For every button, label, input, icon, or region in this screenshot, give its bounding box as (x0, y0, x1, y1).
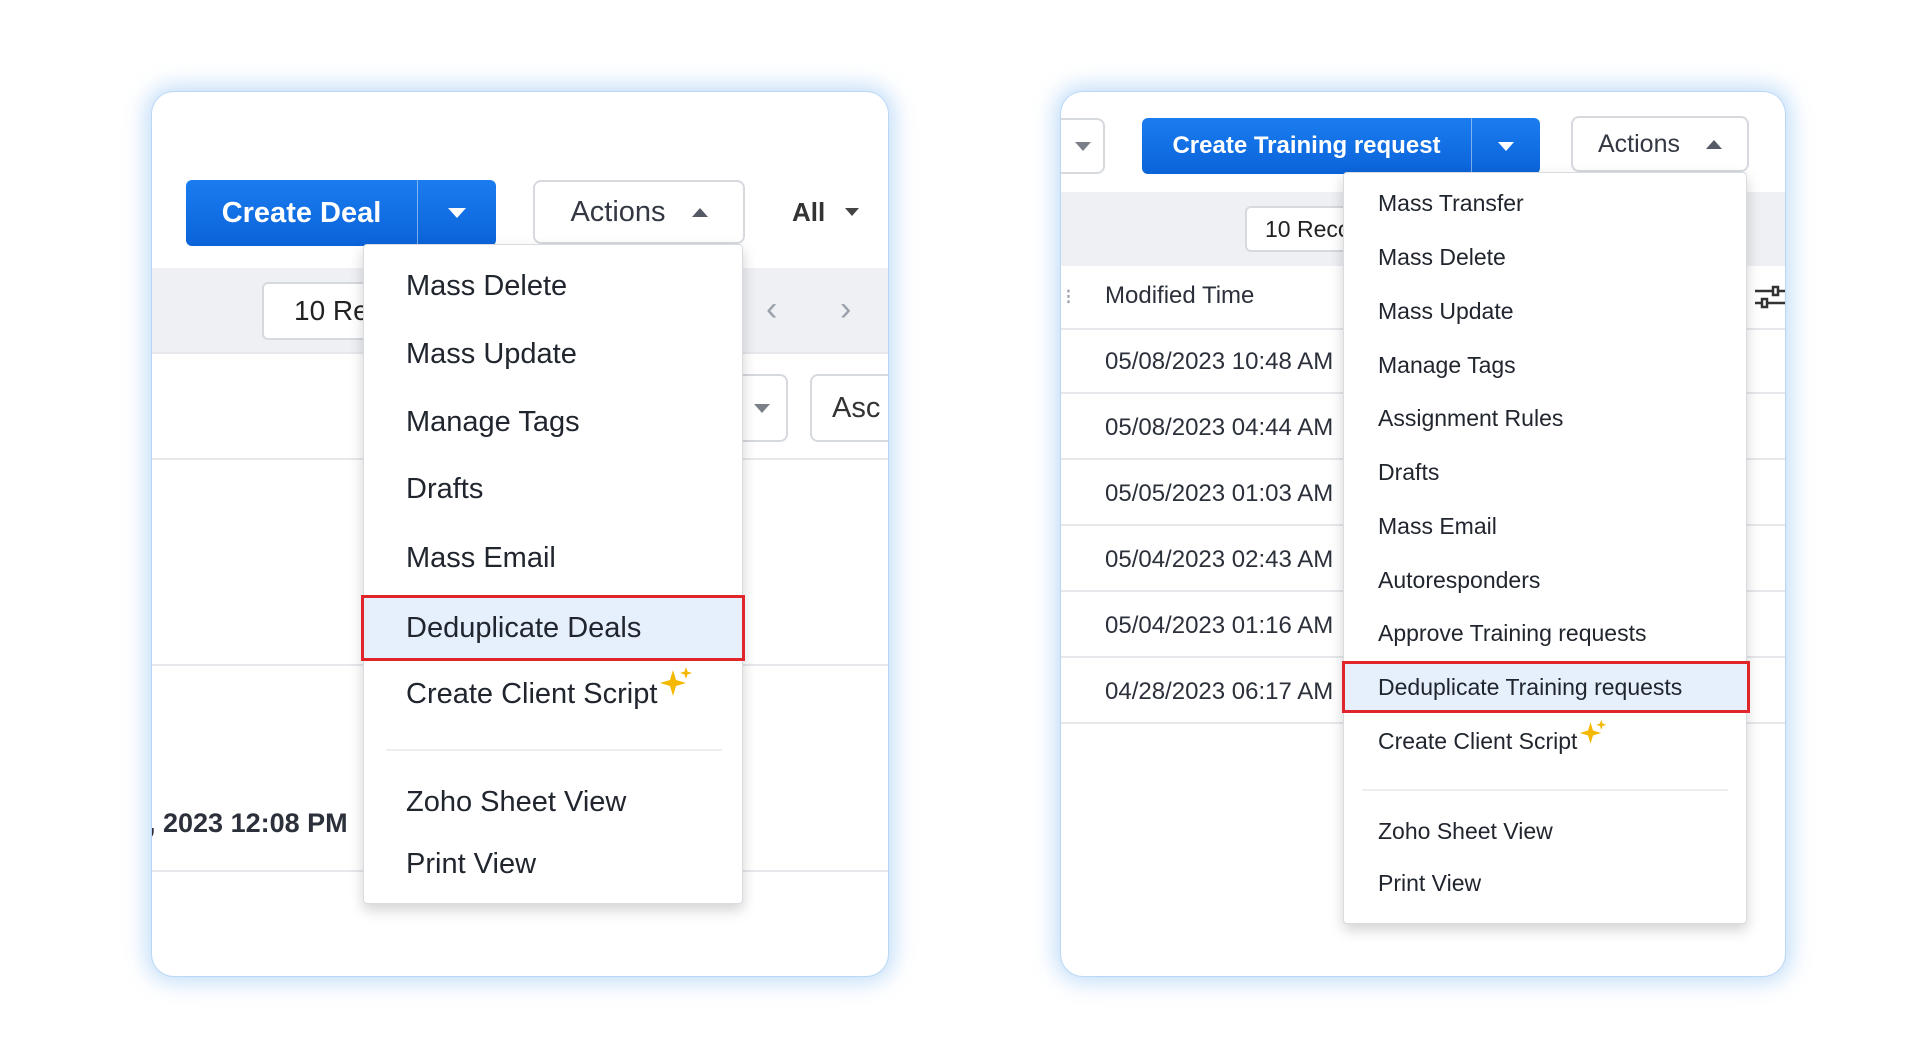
prev-page-icon[interactable]: ‹ (766, 292, 777, 326)
menu-item-label: Print View (1378, 869, 1482, 896)
menu-item-manage-tags[interactable]: Manage Tags (364, 393, 742, 451)
modified-time-cell: 05/05/2023 01:03 AM (1105, 480, 1334, 507)
menu-item-label: Autoresponders (1378, 566, 1541, 593)
record-timestamp: , 2023 12:08 PM (152, 808, 348, 838)
sliders-icon[interactable] (1753, 282, 1785, 312)
filter-all-label: All (792, 196, 826, 227)
column-resize-handle[interactable]: ⁝ (1065, 284, 1072, 310)
view-select[interactable] (1061, 118, 1105, 174)
menu-item-deduplicate-training-requests[interactable]: Deduplicate Training requests (1342, 661, 1750, 713)
training-requests-panel: Create Training request Actions 10 Reco … (1061, 92, 1785, 976)
menu-item-label: Mass Transfer (1378, 189, 1524, 216)
caret-up-icon (1705, 139, 1722, 149)
menu-item-label: Manage Tags (1378, 351, 1516, 378)
menu-item-label: Deduplicate Training requests (1378, 673, 1683, 700)
modified-time-cell: 05/08/2023 10:48 AM (1105, 348, 1334, 375)
sort-order-select[interactable]: Asc (810, 374, 888, 442)
menu-item-mass-email[interactable]: Mass Email (1344, 504, 1746, 548)
menu-item-label: Mass Email (1378, 512, 1497, 539)
menu-item-label: Create Client Script (1378, 727, 1578, 754)
menu-item-manage-tags[interactable]: Manage Tags (1344, 343, 1746, 387)
menu-item-mass-email[interactable]: Mass Email (364, 529, 742, 587)
create-deal-button[interactable]: Create Deal (186, 197, 417, 230)
menu-item-drafts[interactable]: Drafts (364, 460, 742, 518)
menu-item-label: Mass Delete (1378, 243, 1506, 270)
records-per-page-label: 10 Re (294, 295, 369, 326)
menu-item-mass-update[interactable]: Mass Update (1344, 289, 1746, 333)
menu-item-label: Mass Delete (406, 269, 568, 302)
create-training-request-split-button[interactable]: Create Training request (1142, 118, 1540, 174)
menu-item-deduplicate-deals[interactable]: Deduplicate Deals (361, 595, 745, 661)
modified-time-column-header[interactable]: Modified Time (1105, 282, 1254, 310)
menu-item-label: Drafts (406, 472, 484, 505)
sparkle-icon (660, 667, 693, 696)
modified-time-cell: 05/04/2023 02:43 AM (1105, 546, 1334, 573)
menu-item-mass-transfer[interactable]: Mass Transfer (1344, 181, 1746, 225)
menu-divider (1362, 789, 1728, 791)
create-deal-dropdown-icon[interactable] (418, 208, 496, 218)
menu-item-label: Zoho Sheet View (1378, 817, 1553, 844)
deals-panel: Create Deal Actions All 10 Re ‹ › Asc , … (152, 92, 888, 976)
menu-item-label: Drafts (1378, 458, 1440, 485)
records-per-page-label: 10 Reco (1265, 215, 1351, 242)
menu-item-label: Create Client Script (406, 677, 658, 710)
menu-item-mass-delete[interactable]: Mass Delete (1344, 235, 1746, 279)
menu-item-create-client-script[interactable]: Create Client Script (364, 665, 742, 723)
menu-item-label: Manage Tags (406, 405, 580, 438)
menu-item-label: Mass Update (1378, 297, 1514, 324)
actions-label: Actions (1598, 129, 1680, 158)
sort-field-caret-icon (754, 403, 770, 413)
create-training-request-button[interactable]: Create Training request (1142, 132, 1471, 160)
create-training-request-dropdown-icon[interactable] (1472, 141, 1540, 151)
menu-item-label: Deduplicate Deals (406, 611, 642, 644)
menu-item-autoresponders[interactable]: Autoresponders (1344, 558, 1746, 602)
actions-button[interactable]: Actions (1571, 116, 1749, 172)
menu-item-zoho-sheet-view[interactable]: Zoho Sheet View (1344, 809, 1746, 853)
actions-label: Actions (570, 195, 666, 228)
menu-item-mass-update[interactable]: Mass Update (364, 325, 742, 383)
menu-divider (386, 749, 722, 751)
view-caret-icon (1075, 141, 1091, 151)
menu-item-mass-delete[interactable]: Mass Delete (364, 257, 742, 315)
modified-time-cell: 05/04/2023 01:16 AM (1105, 612, 1334, 639)
menu-item-label: Print View (406, 847, 537, 880)
menu-item-create-client-script[interactable]: Create Client Script (1344, 719, 1746, 763)
modified-time-cell: 04/28/2023 06:17 AM (1105, 678, 1334, 705)
menu-item-drafts[interactable]: Drafts (1344, 450, 1746, 494)
menu-item-print-view[interactable]: Print View (1344, 861, 1746, 905)
sort-order-label: Asc (832, 391, 881, 424)
menu-item-zoho-sheet-view[interactable]: Zoho Sheet View (364, 773, 742, 831)
actions-menu: Mass Delete Mass Update Manage Tags Draf… (361, 244, 745, 904)
actions-menu: Mass Transfer Mass Delete Mass Update Ma… (1342, 172, 1750, 924)
menu-item-approve-training-requests[interactable]: Approve Training requests (1344, 611, 1746, 655)
modified-time-cell: 05/08/2023 04:44 AM (1105, 414, 1334, 441)
menu-item-label: Mass Update (406, 337, 577, 370)
menu-item-assignment-rules[interactable]: Assignment Rules (1344, 396, 1746, 440)
menu-item-print-view[interactable]: Print View (364, 835, 742, 893)
menu-item-label: Mass Email (406, 541, 556, 574)
create-deal-split-button[interactable]: Create Deal (186, 180, 496, 246)
menu-item-label: Assignment Rules (1378, 404, 1564, 431)
menu-item-label: Zoho Sheet View (406, 785, 627, 818)
caret-down-icon (845, 208, 860, 216)
menu-item-label: Approve Training requests (1378, 619, 1647, 646)
next-page-icon[interactable]: › (840, 292, 851, 326)
actions-button[interactable]: Actions (533, 180, 745, 244)
caret-up-icon (691, 207, 708, 217)
sparkle-icon (1580, 719, 1607, 744)
filter-all-dropdown[interactable]: All (792, 192, 860, 232)
